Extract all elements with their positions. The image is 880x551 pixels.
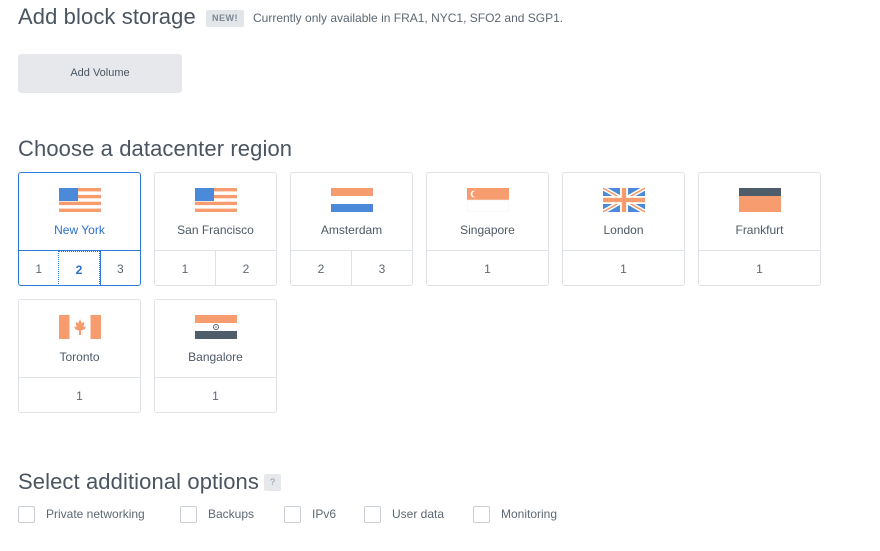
datacenter-selector: 1 2 — [155, 250, 276, 286]
datacenter-selector: 1 — [699, 250, 820, 286]
region-card-amsterdam[interactable]: Amsterdam 2 3 — [290, 172, 413, 286]
region-card-london[interactable]: London 1 — [562, 172, 685, 286]
region-card-new-york[interactable]: New York 1 2 3 — [18, 172, 141, 286]
region-card-toronto[interactable]: Toronto 1 — [18, 299, 141, 413]
datacenter-option[interactable]: 3 — [99, 251, 140, 286]
option-label: Private networking — [46, 507, 145, 521]
options-section-title: Select additional options — [18, 469, 259, 494]
region-card-san-francisco[interactable]: San Francisco 1 2 — [154, 172, 277, 286]
region-city-label: Frankfurt — [735, 223, 784, 237]
user-data-checkbox[interactable] — [364, 505, 381, 523]
datacenter-selector: 1 — [155, 377, 276, 413]
block-storage-note: Currently only available in FRA1, NYC1, … — [253, 11, 564, 25]
region-city-label: Bangalore — [188, 350, 243, 364]
uk-flag-icon — [603, 188, 645, 212]
option-label: Backups — [208, 507, 255, 521]
canada-flag-icon — [59, 315, 101, 339]
add-volume-button[interactable]: Add Volume — [18, 54, 182, 93]
region-card-bangalore[interactable]: Bangalore 1 — [154, 299, 277, 413]
datacenter-option[interactable]: 2 — [291, 251, 351, 286]
private-networking-checkbox[interactable] — [18, 505, 35, 523]
datacenter-option[interactable]: 2 — [215, 251, 276, 286]
region-card-frankfurt[interactable]: Frankfurt 1 — [698, 172, 821, 286]
option-label: Monitoring — [501, 507, 558, 521]
datacenter-option[interactable]: 1 — [699, 251, 820, 286]
block-storage-title: Add block storage — [18, 4, 196, 29]
ipv6-checkbox[interactable] — [284, 505, 301, 523]
backups-checkbox[interactable] — [180, 505, 197, 523]
option-label: User data — [392, 507, 445, 521]
option-user-data[interactable]: User data — [364, 504, 444, 524]
option-ipv6[interactable]: IPv6 — [284, 504, 336, 524]
monitoring-checkbox[interactable] — [473, 505, 490, 523]
datacenter-option-selected[interactable]: 2 — [58, 251, 100, 286]
option-monitoring[interactable]: Monitoring — [473, 504, 557, 524]
option-private-networking[interactable]: Private networking — [18, 504, 145, 524]
option-backups[interactable]: Backups — [180, 504, 254, 524]
region-city-label: Singapore — [460, 223, 515, 237]
option-label: IPv6 — [312, 507, 337, 521]
usa-flag-icon — [195, 188, 237, 212]
datacenter-option[interactable]: 1 — [19, 378, 140, 413]
singapore-flag-icon — [467, 188, 509, 212]
germany-flag-icon — [739, 188, 781, 212]
datacenter-selector: 1 — [19, 377, 140, 413]
usa-flag-icon — [59, 188, 101, 212]
datacenter-option[interactable]: 1 — [563, 251, 684, 286]
datacenter-option[interactable]: 1 — [155, 378, 276, 413]
india-flag-icon — [195, 315, 237, 339]
new-badge: NEW! — [206, 10, 244, 27]
datacenter-selector: 2 3 — [291, 250, 412, 286]
netherlands-flag-icon — [331, 188, 373, 212]
region-city-label: San Francisco — [177, 223, 254, 237]
region-city-label: New York — [54, 223, 105, 237]
datacenter-option[interactable]: 1 — [427, 251, 548, 286]
region-city-label: London — [603, 223, 644, 237]
datacenter-selector: 1 — [427, 250, 548, 286]
region-city-label: Toronto — [59, 350, 100, 364]
datacenter-selector: 1 — [563, 250, 684, 286]
region-section-title: Choose a datacenter region — [18, 136, 293, 161]
datacenter-option[interactable]: 3 — [351, 251, 412, 286]
region-city-label: Amsterdam — [320, 223, 383, 237]
datacenter-option[interactable]: 1 — [155, 251, 215, 286]
datacenter-option[interactable]: 1 — [19, 251, 58, 286]
help-icon[interactable]: ? — [264, 474, 281, 491]
region-card-singapore[interactable]: Singapore 1 — [426, 172, 549, 286]
datacenter-selector: 1 2 3 — [19, 250, 140, 286]
